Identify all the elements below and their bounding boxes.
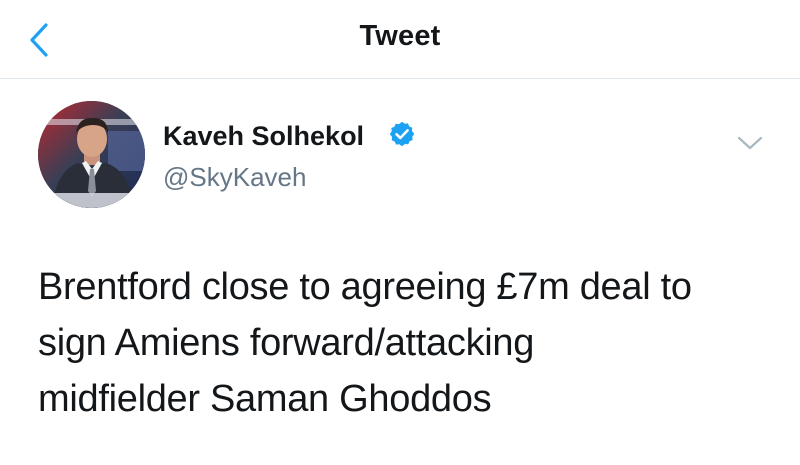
tweet-options-button[interactable]	[735, 131, 765, 155]
avatar[interactable]	[38, 101, 145, 208]
tweet: Kaveh Solhekol @SkyKaveh Brentford close…	[0, 79, 800, 465]
nav-bar: Tweet	[0, 0, 800, 79]
avatar-image	[38, 101, 145, 208]
tweet-text-line: sign Amiens forward/attacking	[38, 322, 535, 364]
author-handle[interactable]: @SkyKaveh	[163, 162, 306, 193]
tweet-text-line: midfielder Saman Ghoddos	[38, 378, 492, 420]
tweet-text: Brentford close to agreeing £7m deal to …	[38, 259, 778, 427]
chevron-down-icon	[737, 136, 763, 150]
author-name[interactable]: Kaveh Solhekol	[163, 121, 364, 152]
page-title: Tweet	[359, 20, 441, 52]
tweet-text-line: Brentford close to agreeing £7m deal to	[38, 266, 692, 308]
verified-badge-icon	[389, 121, 415, 147]
